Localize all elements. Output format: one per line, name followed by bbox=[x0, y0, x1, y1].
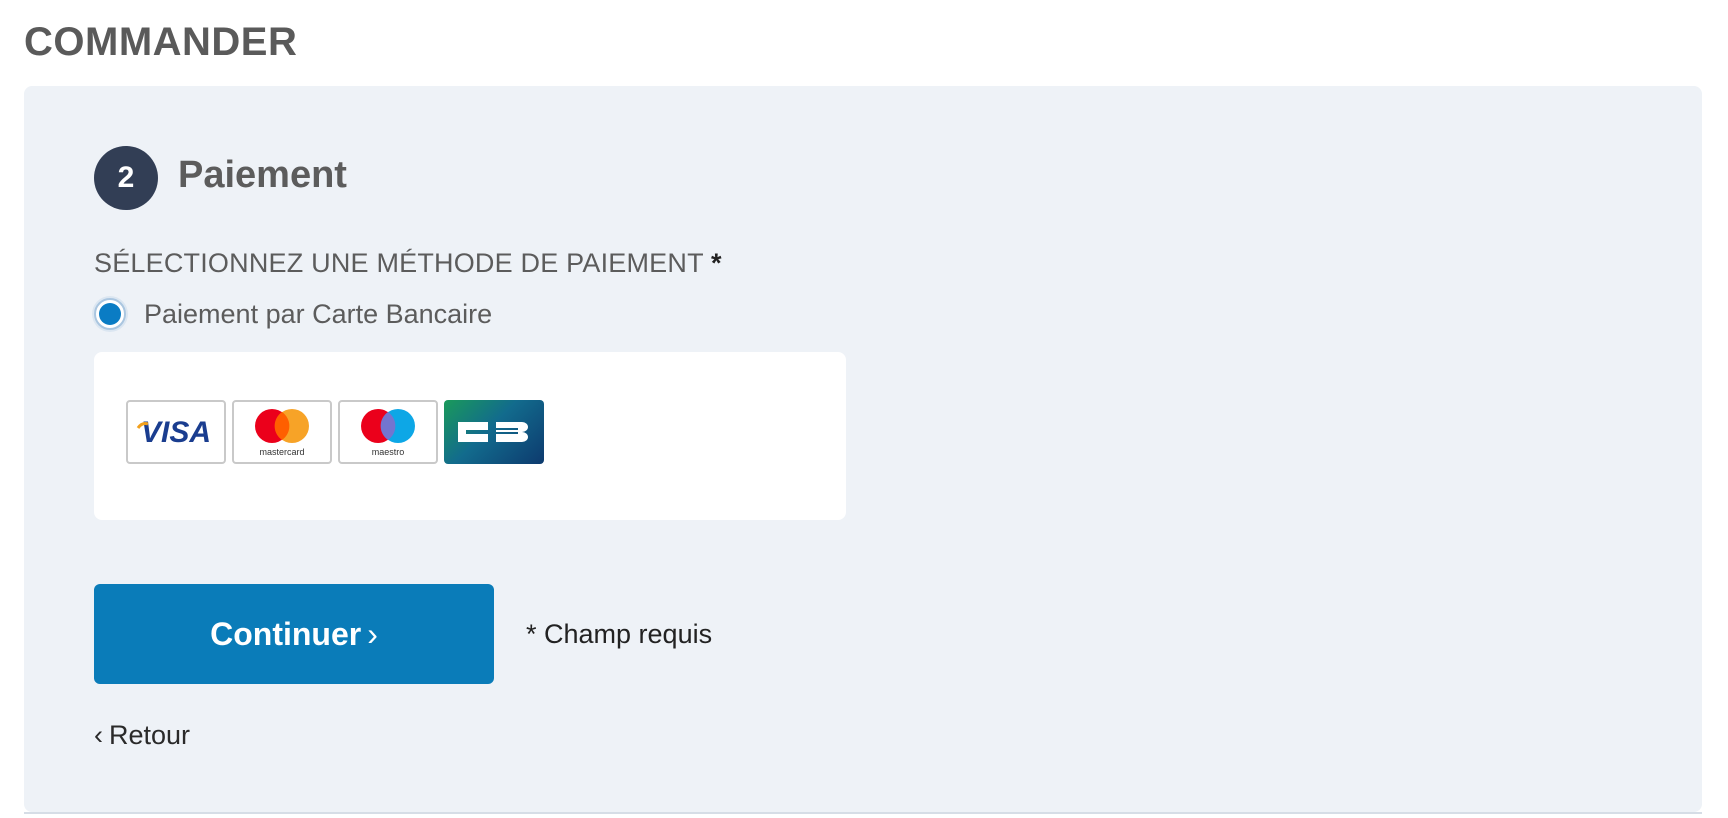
back-link-label[interactable]: Retour bbox=[109, 720, 190, 751]
mastercard-icon: mastercard bbox=[232, 400, 332, 464]
cb-icon bbox=[444, 400, 544, 464]
maestro-text: maestro bbox=[372, 447, 405, 457]
step-title: Paiement bbox=[178, 154, 347, 196]
continue-button[interactable]: Continuer › bbox=[94, 584, 494, 684]
step-number-badge: 2 bbox=[94, 146, 158, 210]
radio-selected-dot bbox=[99, 303, 121, 325]
payment-option-radio[interactable] bbox=[94, 298, 126, 330]
required-asterisk: * bbox=[711, 248, 722, 278]
divider bbox=[24, 812, 1702, 814]
payment-option-card[interactable]: Paiement par Carte Bancaire bbox=[94, 298, 492, 330]
chevron-right-icon: › bbox=[367, 615, 378, 652]
page-title: COMMANDER bbox=[24, 20, 298, 64]
checkout-panel: 2 Paiement SÉLECTIONNEZ UNE MÉTHODE DE P… bbox=[24, 86, 1702, 812]
payment-method-label: SÉLECTIONNEZ UNE MÉTHODE DE PAIEMENT * bbox=[94, 248, 722, 279]
card-logos: VISA mastercard maestro bbox=[126, 400, 544, 464]
visa-text: VISA bbox=[141, 416, 211, 449]
chevron-left-icon: ‹ bbox=[94, 720, 103, 750]
mastercard-text: mastercard bbox=[259, 447, 304, 457]
maestro-icon: maestro bbox=[338, 400, 438, 464]
payment-method-label-text: SÉLECTIONNEZ UNE MÉTHODE DE PAIEMENT bbox=[94, 248, 704, 278]
card-logos-box: VISA mastercard maestro bbox=[94, 352, 846, 520]
back-link[interactable]: ‹ Retour bbox=[94, 720, 190, 751]
payment-option-label[interactable]: Paiement par Carte Bancaire bbox=[144, 299, 492, 330]
visa-icon: VISA bbox=[126, 400, 226, 464]
continue-button-label: Continuer bbox=[210, 615, 362, 652]
required-field-note: * Champ requis bbox=[526, 618, 713, 649]
actions-row: Continuer › * Champ requis bbox=[94, 584, 712, 684]
